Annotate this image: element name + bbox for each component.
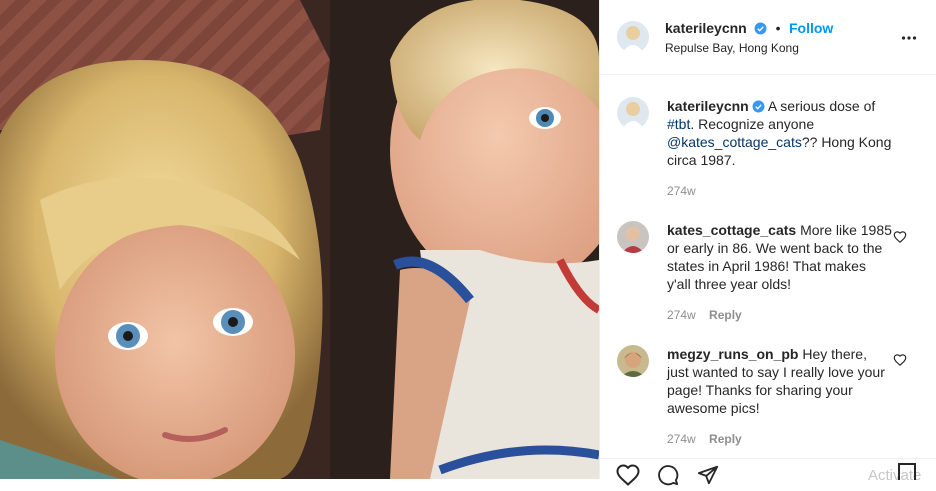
avatar[interactable] <box>617 21 649 53</box>
caption-avatar[interactable] <box>617 97 649 129</box>
caption: katerileycnn A serious dose of #tbt. Rec… <box>667 97 892 169</box>
separator-dot: • <box>775 20 781 36</box>
verified-badge-icon <box>754 22 767 35</box>
caption-text-2: . Recognize anyone <box>690 116 815 132</box>
verified-badge-icon <box>752 100 765 113</box>
comment-username[interactable]: kates_cottage_cats <box>667 222 796 238</box>
paper-plane-icon <box>697 465 719 485</box>
comment-item: megzy_runs_on_pb Hey there, just wanted … <box>667 345 892 417</box>
more-options-icon[interactable] <box>901 30 917 51</box>
comment-button[interactable] <box>656 464 680 491</box>
comment-avatar[interactable] <box>617 221 649 253</box>
reply-button[interactable]: Reply <box>709 308 742 322</box>
ellipsis-icon <box>901 36 917 40</box>
caption-time[interactable]: 274w <box>667 184 696 198</box>
comment-username[interactable]: megzy_runs_on_pb <box>667 346 798 362</box>
comment-meta: 274w Reply <box>667 432 742 446</box>
photo-illustration <box>0 0 599 479</box>
reply-button[interactable]: Reply <box>709 432 742 446</box>
post-location[interactable]: Repulse Bay, Hong Kong <box>665 41 799 55</box>
action-bar: Activate <box>600 458 936 486</box>
comment-item: kates_cottage_cats More like 1985 or ear… <box>667 221 892 293</box>
share-button[interactable] <box>696 464 720 491</box>
mention-link[interactable]: @kates_cottage_cats <box>667 134 802 150</box>
avatar-image <box>617 97 649 129</box>
post-panel: katerileycnn • Follow Repulse Bay, Hong … <box>599 0 936 486</box>
heart-outline-icon <box>616 464 640 486</box>
comment-time[interactable]: 274w <box>667 432 696 446</box>
comment-time[interactable]: 274w <box>667 308 696 322</box>
avatar-image <box>617 345 649 377</box>
save-bookmark-icon[interactable] <box>898 463 916 480</box>
follow-button[interactable]: Follow <box>789 20 833 36</box>
like-comment-heart-icon[interactable] <box>893 353 907 367</box>
post-username[interactable]: katerileycnn <box>665 20 747 36</box>
heart-outline-icon <box>893 231 907 244</box>
caption-username[interactable]: katerileycnn <box>667 98 749 114</box>
comment-meta: 274w Reply <box>667 308 742 322</box>
heart-outline-icon <box>893 354 907 367</box>
avatar-image <box>617 221 649 253</box>
header-user-row: katerileycnn • Follow <box>665 20 833 38</box>
post-header: katerileycnn • Follow Repulse Bay, Hong … <box>600 0 936 75</box>
comment-bubble-icon <box>658 465 679 486</box>
caption-text-1: A serious dose of <box>767 98 876 114</box>
like-button[interactable] <box>616 464 640 491</box>
comment-avatar[interactable] <box>617 345 649 377</box>
avatar-image <box>617 21 649 53</box>
hashtag-link[interactable]: #tbt <box>667 116 690 132</box>
post-photo[interactable] <box>0 0 599 479</box>
like-comment-heart-icon[interactable] <box>893 230 907 244</box>
